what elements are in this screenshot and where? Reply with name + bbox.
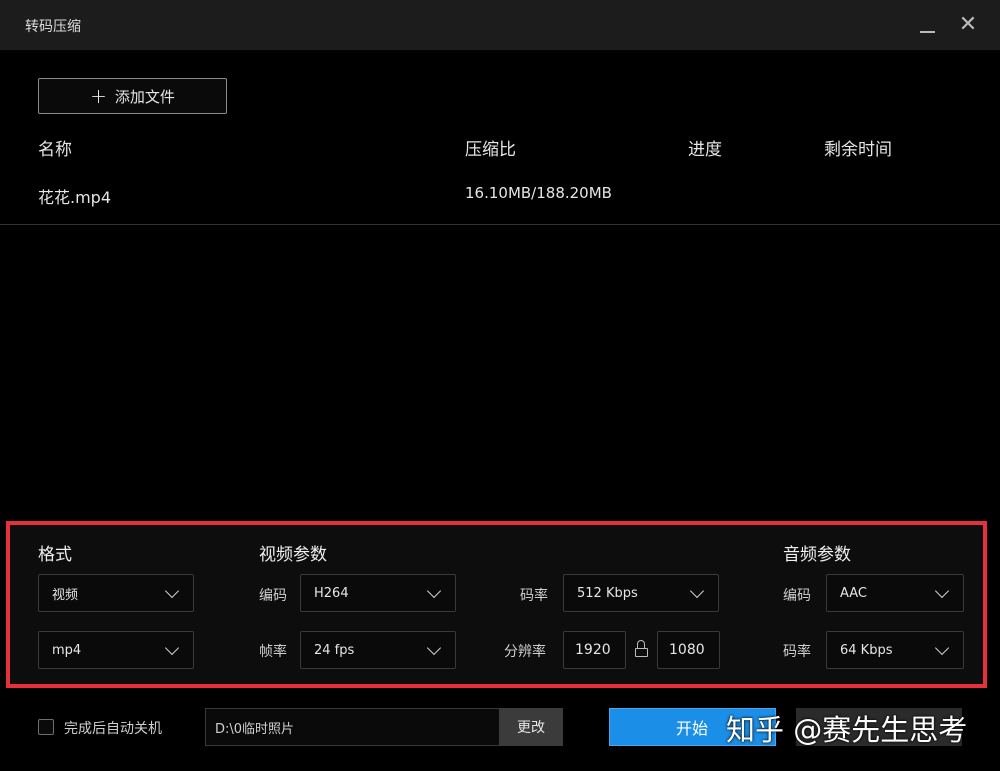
video-bitrate-label: 码率 bbox=[520, 588, 548, 604]
audio-codec-label: 编码 bbox=[783, 588, 811, 604]
audio-codec-value: AAC bbox=[840, 585, 867, 601]
minimize-icon[interactable] bbox=[915, 12, 941, 38]
audio-bitrate-select[interactable]: 64 Kbps bbox=[826, 631, 964, 669]
chevron-down-icon bbox=[426, 640, 442, 656]
audio-bitrate-value: 64 Kbps bbox=[840, 642, 893, 658]
video-framerate-select[interactable]: 24 fps bbox=[300, 631, 456, 669]
format-type-value: 视频 bbox=[52, 587, 79, 603]
chevron-down-icon bbox=[934, 640, 950, 656]
output-path-field[interactable]: D:\0临时照片 bbox=[205, 708, 499, 746]
resolution-width-input[interactable]: 1920 bbox=[563, 631, 626, 669]
window-title: 转码压缩 bbox=[25, 19, 81, 35]
file-ratio: 16.10MB/188.20MB bbox=[465, 184, 612, 202]
format-container-select[interactable]: mp4 bbox=[38, 631, 194, 669]
format-container-value: mp4 bbox=[52, 642, 82, 658]
file-name: 花花.mp4 bbox=[38, 188, 112, 207]
plus-icon: + bbox=[90, 84, 107, 108]
column-header-progress[interactable]: 进度 bbox=[688, 135, 722, 160]
column-header-ratio[interactable]: 压缩比 bbox=[465, 135, 516, 160]
resolution-width-value: 1920 bbox=[575, 642, 611, 658]
add-file-label: 添加文件 bbox=[114, 87, 175, 106]
column-header-name[interactable]: 名称 bbox=[38, 135, 72, 160]
video-bitrate-select[interactable]: 512 Kbps bbox=[563, 574, 719, 612]
format-type-select[interactable]: 视频 bbox=[38, 574, 194, 612]
video-codec-label: 编码 bbox=[259, 588, 287, 604]
video-section-title: 视频参数 bbox=[259, 545, 327, 565]
audio-bitrate-label: 码率 bbox=[783, 644, 811, 660]
video-codec-select[interactable]: H264 bbox=[300, 574, 456, 612]
video-framerate-label: 帧率 bbox=[259, 644, 287, 660]
list-divider bbox=[0, 224, 1000, 225]
start-button[interactable]: 开始 bbox=[609, 708, 776, 746]
chevron-down-icon bbox=[426, 583, 442, 599]
chevron-down-icon bbox=[164, 583, 180, 599]
add-file-button[interactable]: + 添加文件 bbox=[38, 78, 227, 114]
output-path-value: D:\0临时照片 bbox=[215, 721, 295, 737]
format-section-title: 格式 bbox=[38, 545, 72, 565]
start-label: 开始 bbox=[676, 719, 709, 738]
resolution-label: 分辨率 bbox=[504, 644, 546, 660]
audio-section-title: 音频参数 bbox=[783, 545, 851, 565]
video-framerate-value: 24 fps bbox=[314, 642, 355, 658]
shutdown-label: 完成后自动关机 bbox=[64, 721, 162, 737]
resolution-height-value: 1080 bbox=[669, 642, 705, 658]
audio-codec-select[interactable]: AAC bbox=[826, 574, 964, 612]
shutdown-checkbox[interactable] bbox=[38, 719, 54, 735]
column-header-remaining[interactable]: 剩余时间 bbox=[824, 135, 892, 160]
title-bar: 转码压缩 ✕ bbox=[0, 0, 1000, 50]
change-path-button[interactable]: 更改 bbox=[499, 708, 563, 746]
chevron-down-icon bbox=[164, 640, 180, 656]
lock-icon[interactable] bbox=[635, 640, 649, 658]
video-codec-value: H264 bbox=[314, 585, 349, 601]
secondary-button[interactable] bbox=[796, 708, 962, 746]
video-bitrate-value: 512 Kbps bbox=[577, 585, 638, 601]
resolution-height-input[interactable]: 1080 bbox=[657, 631, 720, 669]
chevron-down-icon bbox=[689, 583, 705, 599]
chevron-down-icon bbox=[934, 583, 950, 599]
close-icon[interactable]: ✕ bbox=[955, 12, 981, 38]
